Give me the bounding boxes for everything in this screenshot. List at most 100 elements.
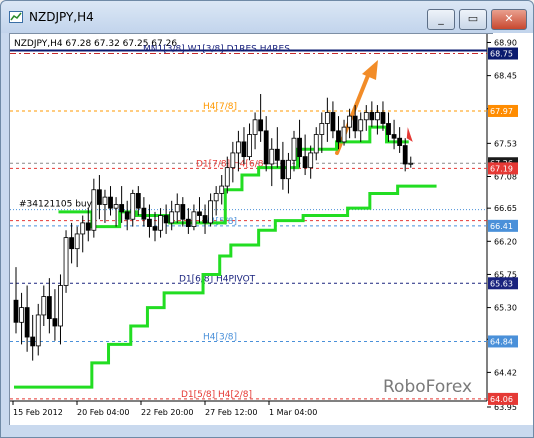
candle-body[interactable] — [391, 134, 397, 139]
candle-body[interactable] — [30, 336, 36, 347]
candle-body[interactable] — [352, 115, 358, 132]
candle-body[interactable] — [341, 126, 347, 143]
candle-body[interactable] — [158, 215, 163, 231]
forecast-arrow-head — [362, 60, 378, 80]
candle-body[interactable] — [41, 296, 47, 316]
price-tag-label: 66.41 — [490, 222, 513, 231]
signal-marker — [406, 127, 413, 142]
price-tag-label: 65.63 — [490, 279, 513, 288]
candle-body[interactable] — [358, 119, 364, 132]
candle-body[interactable] — [80, 222, 86, 235]
candle-body[interactable] — [336, 130, 341, 143]
candle-body[interactable] — [113, 204, 119, 209]
x-tick-label: 22 Feb 20:00 — [141, 408, 193, 417]
x-tick-label: 20 Feb 04:00 — [77, 408, 129, 417]
candle-body[interactable] — [119, 204, 125, 213]
candle-body[interactable] — [397, 137, 403, 146]
chart-window: NZDJPY,H4 _ ▭ ✕ NZDJPY,H4 67.28 67.32 67… — [0, 0, 534, 438]
y-tick-label: 68.90 — [494, 38, 517, 47]
candle-body[interactable] — [235, 141, 241, 154]
candle-body[interactable] — [19, 307, 24, 323]
price-tag-label: 64.84 — [490, 337, 513, 346]
candle-body[interactable] — [202, 215, 208, 224]
candle-body[interactable] — [97, 189, 102, 205]
price-chart[interactable]: NZDJPY,H4 67.28 67.32 67.25 67.26 RoboFo… — [1, 1, 533, 437]
candle-body[interactable] — [241, 141, 247, 158]
candle-body[interactable] — [230, 152, 236, 169]
candle-body[interactable] — [185, 218, 191, 227]
candle-body[interactable] — [197, 211, 202, 216]
candle-body[interactable] — [208, 200, 214, 224]
candle-body[interactable] — [46, 296, 52, 320]
order-label: #34121105 buy — [19, 200, 93, 210]
y-tick-label: 65.30 — [494, 304, 517, 313]
price-tag-label: 64.06 — [490, 395, 513, 404]
level-label: H4[3/8] — [203, 332, 237, 342]
y-tick-label: 68.45 — [494, 72, 517, 81]
candle-body[interactable] — [324, 112, 330, 124]
candle-body[interactable] — [124, 211, 130, 220]
candle-body[interactable] — [191, 211, 197, 227]
candle-body[interactable] — [252, 119, 258, 135]
candle-body[interactable] — [280, 159, 286, 180]
candle-body[interactable] — [402, 145, 408, 165]
candle-body[interactable] — [302, 156, 308, 169]
candle-body[interactable] — [308, 152, 314, 169]
candle-body[interactable] — [63, 237, 69, 286]
price-tag-label: 67.97 — [490, 107, 513, 116]
level-label: H4[7/8] — [203, 102, 237, 112]
candle-body[interactable] — [286, 159, 291, 180]
candle-body[interactable] — [180, 204, 186, 220]
candle-body[interactable] — [163, 215, 169, 224]
y-tick-label: 66.65 — [494, 204, 517, 213]
candle-body[interactable] — [408, 162, 414, 165]
candle-body[interactable] — [330, 112, 336, 132]
candle-body[interactable] — [369, 112, 375, 121]
candle-body[interactable] — [374, 112, 380, 121]
candle-body[interactable] — [24, 307, 30, 338]
candle-body[interactable] — [102, 196, 108, 205]
candle-body[interactable] — [219, 185, 225, 194]
candle-body[interactable] — [297, 137, 302, 158]
candle-body[interactable] — [69, 237, 74, 250]
candle-body[interactable] — [13, 299, 19, 323]
candle-body[interactable] — [147, 218, 152, 227]
candle-body[interactable] — [247, 134, 252, 158]
candle-body[interactable] — [74, 233, 80, 250]
candle-body[interactable] — [258, 119, 264, 132]
candle-body[interactable] — [363, 112, 369, 121]
y-tick-label: 67.53 — [494, 139, 517, 148]
x-tick-label: 15 Feb 2012 — [13, 408, 63, 417]
x-tick-label: 1 Mar 04:00 — [269, 408, 317, 417]
candle-body[interactable] — [108, 196, 113, 209]
level-label: D1[5/8] H4[2/8] — [181, 390, 252, 400]
candle-body[interactable] — [35, 314, 41, 347]
candle-body[interactable] — [274, 148, 280, 161]
candle-body[interactable] — [291, 137, 297, 161]
candle-body[interactable] — [141, 207, 147, 220]
candle-body[interactable] — [386, 123, 391, 135]
candle-body[interactable] — [347, 115, 353, 128]
candle-body[interactable] — [263, 130, 269, 165]
candle-body[interactable] — [52, 318, 58, 327]
price-tag-label: 67.19 — [490, 164, 513, 173]
candle-body[interactable] — [135, 193, 141, 209]
candle-body[interactable] — [269, 148, 275, 165]
candle-body[interactable] — [313, 134, 319, 154]
candle-body[interactable] — [152, 226, 158, 231]
candle-body[interactable] — [174, 204, 180, 213]
candle-body[interactable] — [319, 123, 325, 135]
candle-body[interactable] — [130, 193, 136, 220]
candle-body[interactable] — [91, 189, 97, 231]
candle-body[interactable] — [380, 112, 386, 124]
level-label: MN1[3/8] W1[3/8] D1RES H4RES — [143, 45, 290, 55]
x-tick-label: 27 Feb 12:00 — [205, 408, 257, 417]
candle-body[interactable] — [85, 222, 91, 231]
candle-body[interactable] — [213, 193, 219, 202]
price-tag-label: 68.75 — [490, 50, 513, 59]
support-step-line — [58, 125, 409, 229]
candle-body[interactable] — [169, 211, 175, 224]
candle-body[interactable] — [58, 285, 63, 327]
candle-body[interactable] — [224, 167, 230, 187]
y-tick-label: 66.20 — [494, 237, 517, 246]
